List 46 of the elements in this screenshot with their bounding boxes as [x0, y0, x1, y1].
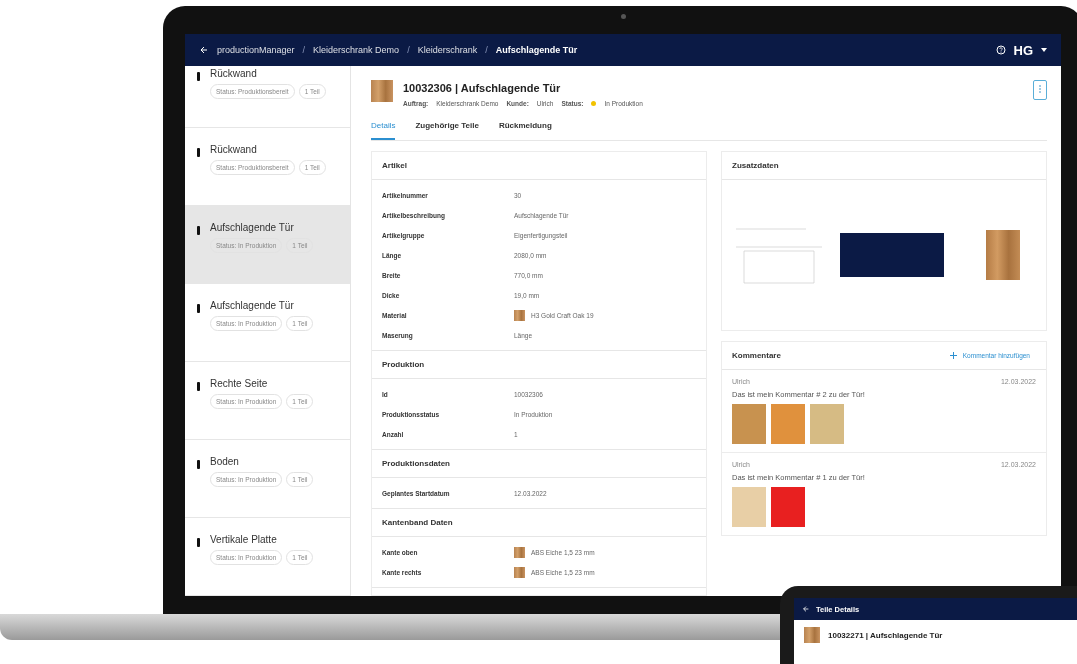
section-title: Kantenband Daten [372, 509, 706, 537]
wood-swatch [371, 80, 393, 102]
part-name: Aufschlagende Tür [210, 300, 295, 311]
material-swatch [514, 566, 525, 578]
wood-texture-preview [986, 230, 1020, 280]
card-title: Kommentare [732, 351, 781, 360]
part-title: 10032306 | Aufschlagende Tür [403, 82, 562, 94]
back-arrow-icon[interactable] [199, 45, 209, 55]
company-logo[interactable]: HG [1013, 42, 1033, 58]
breadcrumb-separator: / [302, 45, 306, 55]
breadcrumb-link[interactable]: Kleiderschrank [417, 45, 478, 55]
camera-dot [620, 14, 626, 19]
tab[interactable]: Zugehörige Teile [415, 117, 479, 140]
breadcrumb-link[interactable]: Aufschlagende Tür [495, 45, 578, 55]
material-swatch [514, 546, 525, 558]
breadcrumb-link[interactable]: Kleiderschrank Demo [313, 45, 400, 55]
breadcrumb-link[interactable]: productionManager [217, 45, 295, 55]
part-name: Boden [210, 456, 240, 467]
back-arrow-icon[interactable] [802, 605, 810, 613]
part-name: Rechte Seite [210, 378, 269, 389]
part-title: 10032271 | Aufschlagende Tür [828, 630, 943, 640]
material-swatch [514, 309, 525, 321]
section-title: Produktionsdaten [372, 450, 706, 478]
card-title: Zusatzdaten [732, 161, 779, 170]
drag-handle-icon[interactable] [197, 538, 200, 547]
drag-handle-icon[interactable] [197, 460, 200, 469]
section-title: Artikel [372, 152, 706, 180]
drag-handle-icon[interactable] [197, 226, 200, 235]
plus-icon [949, 352, 957, 359]
part-name: Rückwand [210, 144, 258, 155]
section-title: Produktion [372, 351, 706, 379]
part-name: Aufschlagende Tür [210, 222, 295, 233]
drag-handle-icon[interactable] [197, 72, 200, 81]
part-name: Rückwand [210, 68, 258, 79]
caret-icon[interactable] [1041, 48, 1047, 52]
more-menu-button[interactable] [1033, 80, 1047, 100]
part-name: Vertikale Platte [210, 534, 278, 545]
tab[interactable]: Details [371, 117, 396, 140]
drag-handle-icon[interactable] [197, 304, 200, 313]
drag-handle-icon[interactable] [197, 382, 200, 391]
drag-handle-icon[interactable] [197, 148, 200, 157]
breadcrumb-separator: / [407, 45, 410, 55]
help-icon[interactable] [995, 45, 1006, 55]
breadcrumb-separator: / [485, 45, 488, 55]
wood-swatch [804, 627, 820, 643]
tab[interactable]: Rückmeldung [498, 117, 552, 140]
